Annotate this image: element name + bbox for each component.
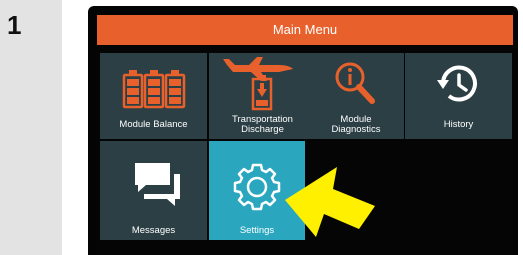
- module-balance-tile[interactable]: Module Balance: [100, 53, 207, 139]
- main-menu-header: Main Menu: [97, 15, 513, 45]
- history-label: History: [443, 119, 474, 130]
- messages-label: Messages: [131, 225, 176, 236]
- magnifier-info-icon: [335, 62, 375, 104]
- battery-modules-icon: [122, 70, 186, 109]
- step-column: 1: [0, 0, 62, 255]
- history-clock-icon: [437, 65, 477, 102]
- history-tile[interactable]: History: [405, 53, 512, 139]
- module-diagnostics-tile[interactable]: Module Diagnostics: [308, 53, 404, 139]
- transportation-discharge-label: Transportation Discharge: [232, 114, 293, 135]
- plane-battery-discharge-icon: [223, 57, 293, 111]
- step-number: 1: [7, 10, 22, 40]
- module-diagnostics-label: Module Diagnostics: [331, 114, 381, 135]
- messages-tile[interactable]: Messages: [100, 141, 207, 240]
- yellow-pointer-arrow-icon: [285, 167, 375, 237]
- module-balance-label: Module Balance: [119, 119, 188, 130]
- transportation-discharge-tile[interactable]: Transportation Discharge: [209, 53, 316, 139]
- chat-bubbles-icon: [135, 163, 180, 206]
